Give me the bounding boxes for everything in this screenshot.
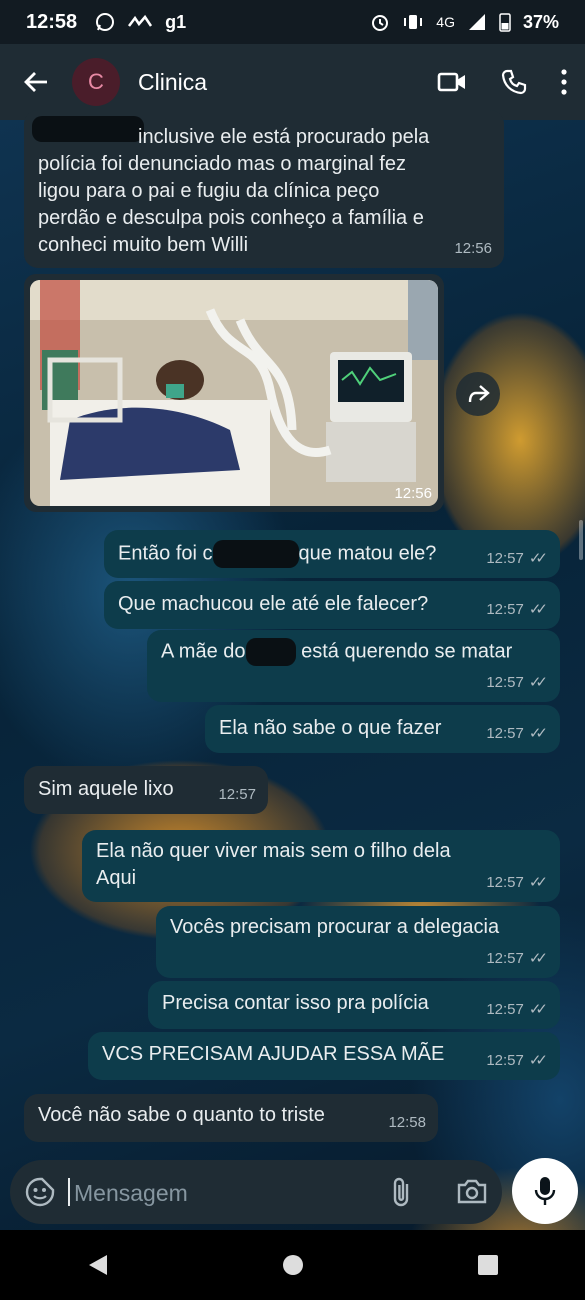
time-label: 12:57 bbox=[486, 601, 524, 618]
message-text: Você não sabe o quanto to triste bbox=[38, 1104, 325, 1126]
message-text-part: está querendo se matar bbox=[301, 640, 513, 663]
message-composer bbox=[10, 1160, 502, 1224]
message-text: inclusive ele está procurado pela políci… bbox=[38, 126, 430, 256]
read-receipt-icon: ✓✓ bbox=[528, 674, 548, 691]
message-outgoing[interactable]: A mãe do está querendo se matar 12:57 ✓✓ bbox=[147, 630, 560, 702]
read-receipt-icon: ✓✓ bbox=[528, 874, 548, 891]
message-text: Precisa contar isso pra polícia bbox=[162, 992, 429, 1014]
read-receipt-icon: ✓✓ bbox=[528, 1001, 548, 1018]
nav-back-icon[interactable] bbox=[87, 1253, 109, 1277]
forward-button[interactable] bbox=[456, 372, 500, 416]
back-button[interactable] bbox=[18, 64, 54, 100]
message-outgoing[interactable]: VCS PRECISAM AJUDAR ESSA MÃE 12:57 ✓✓ bbox=[88, 1032, 560, 1080]
status-bar: 12:58 g1 4G 37% bbox=[0, 0, 585, 44]
microphone-icon bbox=[534, 1177, 556, 1205]
message-time: 12:57 ✓✓ bbox=[486, 869, 548, 896]
phone-icon[interactable] bbox=[501, 69, 527, 95]
system-navigation-bar bbox=[0, 1230, 585, 1300]
battery-icon bbox=[499, 13, 511, 32]
message-text: Vocês precisam procurar a delegacia bbox=[170, 916, 500, 938]
read-receipt-icon: ✓✓ bbox=[528, 1052, 548, 1069]
forward-icon bbox=[468, 385, 490, 403]
time-label: 12:57 bbox=[218, 786, 256, 803]
message-time: 12:57 ✓✓ bbox=[486, 996, 548, 1023]
nav-home-icon[interactable] bbox=[282, 1254, 304, 1276]
time-label: 12:57 bbox=[486, 674, 524, 691]
read-receipt-icon: ✓✓ bbox=[528, 601, 548, 618]
message-text: Então foi c que matou ele? bbox=[118, 540, 436, 568]
message-outgoing[interactable]: Ela não quer viver mais sem o filho dela… bbox=[82, 830, 560, 902]
time-label: 12:56 bbox=[454, 240, 492, 257]
text-cursor bbox=[68, 1178, 70, 1206]
message-outgoing[interactable]: Vocês precisam procurar a delegacia 12:5… bbox=[156, 906, 560, 978]
photo-illustration bbox=[30, 280, 438, 506]
message-text-part: Então foi c bbox=[118, 542, 213, 565]
avatar-letter: C bbox=[88, 69, 104, 94]
network-type: 4G bbox=[436, 14, 455, 30]
redacted-region bbox=[245, 638, 296, 666]
notification-icons: g1 bbox=[95, 12, 186, 33]
message-text: Sim aquele lixo bbox=[38, 778, 174, 800]
message-input[interactable] bbox=[72, 1172, 376, 1214]
message-time: 12:57 ✓✓ bbox=[486, 1047, 548, 1074]
alarm-icon bbox=[372, 15, 389, 31]
app-icon bbox=[128, 14, 153, 27]
message-time: 12:58 bbox=[388, 1109, 426, 1136]
message-text: Ela não sabe o que fazer bbox=[219, 717, 442, 739]
video-call-icon[interactable] bbox=[437, 71, 467, 93]
read-receipt-icon: ✓✓ bbox=[528, 550, 548, 567]
vibrate-icon bbox=[404, 15, 423, 29]
whatsapp-icon bbox=[96, 13, 115, 31]
time-label: 12:57 bbox=[486, 725, 524, 742]
message-outgoing[interactable]: Precisa contar isso pra polícia 12:57 ✓✓ bbox=[148, 981, 560, 1029]
more-options-icon[interactable] bbox=[561, 69, 567, 95]
message-image[interactable]: 12:56 bbox=[24, 274, 444, 512]
voice-message-button[interactable] bbox=[512, 1158, 578, 1224]
arrow-left-icon bbox=[24, 72, 47, 92]
message-outgoing[interactable]: Então foi c que matou ele? 12:57 ✓✓ bbox=[104, 530, 560, 578]
time-label: 12:58 bbox=[388, 1114, 426, 1131]
scrollbar[interactable] bbox=[579, 520, 583, 560]
time-label: 12:57 bbox=[486, 950, 524, 967]
message-incoming[interactable]: Sim aquele lixo 12:57 bbox=[24, 766, 268, 814]
message-text: Que machucou ele até ele falecer? bbox=[118, 593, 429, 615]
chat-title[interactable]: Clinica bbox=[138, 69, 207, 96]
message-incoming[interactable]: Você não sabe o quanto to triste 12:58 bbox=[24, 1094, 438, 1142]
emoji-sticker-icon[interactable] bbox=[24, 1176, 56, 1208]
time-label: 12:57 bbox=[486, 1052, 524, 1069]
avatar[interactable]: C bbox=[72, 58, 120, 106]
battery-level: 37% bbox=[522, 11, 559, 32]
read-receipt-icon: ✓✓ bbox=[528, 950, 548, 967]
message-outgoing[interactable]: Ela não sabe o que fazer 12:57 ✓✓ bbox=[205, 705, 560, 753]
paperclip-icon[interactable] bbox=[390, 1176, 414, 1208]
camera-icon[interactable] bbox=[456, 1176, 488, 1206]
message-time: 12:57 ✓✓ bbox=[486, 720, 548, 747]
message-time: 12:57 ✓✓ bbox=[486, 545, 548, 572]
time-label: 12:57 bbox=[486, 874, 524, 891]
chat-header: C Clinica bbox=[0, 44, 585, 120]
message-text-part: que matou ele? bbox=[298, 542, 437, 565]
message-text-part: A mãe do bbox=[161, 640, 246, 663]
g1-icon: g1 bbox=[165, 11, 187, 32]
message-incoming[interactable]: inclusive ele está procurado pela políci… bbox=[24, 110, 504, 268]
time-label: 12:56 bbox=[394, 485, 432, 502]
message-text: VCS PRECISAM AJUDAR ESSA MÃE bbox=[102, 1043, 445, 1065]
read-receipt-icon: ✓✓ bbox=[528, 725, 548, 742]
signal-icon bbox=[468, 14, 485, 30]
message-time: 12:57 ✓✓ bbox=[486, 669, 548, 696]
hospital-photo[interactable] bbox=[30, 280, 438, 506]
message-time: 12:56 bbox=[454, 235, 492, 262]
message-time: 12:57 bbox=[218, 781, 256, 808]
status-time: 12:58 bbox=[26, 10, 78, 33]
time-label: 12:57 bbox=[486, 1001, 524, 1018]
message-text: A mãe do está querendo se matar bbox=[161, 638, 512, 666]
redacted-region bbox=[212, 540, 299, 568]
time-label: 12:57 bbox=[486, 550, 524, 567]
message-time: 12:57 ✓✓ bbox=[486, 945, 548, 972]
message-text: Ela não quer viver mais sem o filho dela… bbox=[96, 840, 451, 889]
message-time: 12:57 ✓✓ bbox=[486, 596, 548, 623]
message-time: 12:56 bbox=[394, 485, 432, 502]
message-outgoing[interactable]: Que machucou ele até ele falecer? 12:57 ✓… bbox=[104, 581, 560, 629]
nav-recents-icon[interactable] bbox=[477, 1254, 499, 1276]
